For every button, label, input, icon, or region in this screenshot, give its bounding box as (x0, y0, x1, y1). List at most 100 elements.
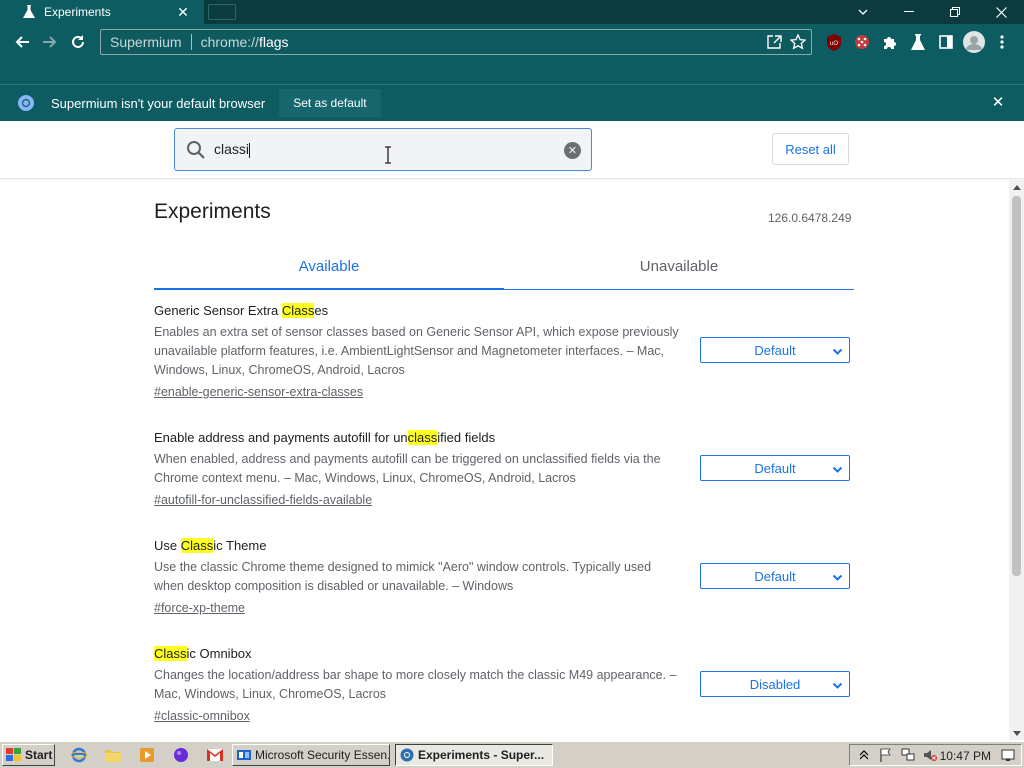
close-window-button[interactable] (978, 0, 1024, 24)
chromium-logo-icon (17, 94, 35, 112)
search-highlight: Class (180, 538, 214, 553)
page-scrollbar[interactable] (1009, 180, 1024, 740)
search-input-value: classi (214, 141, 250, 158)
scrollbar-thumb[interactable] (1012, 196, 1021, 576)
svg-text:uO: uO (830, 41, 838, 47)
search-highlight: class (407, 430, 438, 445)
flag-description: Changes the location/address bar shape t… (154, 668, 677, 701)
flag-state-value: Disabled (749, 676, 801, 692)
show-desktop-icon[interactable] (1001, 748, 1017, 764)
infobar-close-icon[interactable]: ✕ (990, 95, 1006, 111)
share-icon[interactable] (765, 33, 783, 51)
profile-avatar[interactable] (962, 30, 986, 54)
version-label: 126.0.6478.249 (768, 211, 852, 225)
volume-muted-icon[interactable] (922, 747, 938, 763)
side-panel-icon[interactable] (936, 32, 956, 52)
flag-state-value: Default (754, 568, 796, 584)
flag-entry: Enable address and payments autofill for… (154, 429, 854, 510)
dice-extension-icon[interactable] (852, 32, 872, 52)
text-caret (249, 142, 251, 158)
search-icon (186, 140, 206, 160)
new-tab-button[interactable] (208, 4, 236, 20)
flag-state-select[interactable]: Default (700, 337, 850, 363)
ibeam-cursor-icon (383, 146, 393, 164)
task-microsoft-security-essentials[interactable]: Microsoft Security Essen... (232, 744, 390, 766)
chevron-down-icon (832, 679, 843, 690)
chevron-down-icon (832, 463, 843, 474)
scroll-down-arrow-icon[interactable] (1009, 726, 1024, 740)
start-button[interactable]: Start (2, 744, 55, 766)
browser-toolbar: Supermium chrome://flags uO (0, 24, 1024, 84)
flag-entry: Use Classic Theme Use the classic Chrome… (154, 537, 854, 618)
set-as-default-button[interactable]: Set as default (279, 89, 381, 117)
taskbar-clock[interactable]: 10:47 PM (940, 749, 991, 763)
back-button[interactable] (8, 30, 36, 54)
menu-kebab-icon[interactable] (992, 32, 1012, 52)
search-field[interactable]: classi ✕ (174, 128, 592, 171)
address-bar[interactable]: Supermium chrome://flags (100, 29, 812, 55)
ublock-extension-icon[interactable]: uO (824, 32, 844, 52)
flag-description: Use the classic Chrome theme designed to… (154, 560, 652, 593)
flag-description: Enables an extra set of sensor classes b… (154, 325, 679, 377)
internet-explorer-icon[interactable] (70, 746, 88, 764)
system-tray: 10:47 PM (849, 744, 1022, 766)
omnibox-scheme: chrome:// (200, 34, 259, 50)
tab-close-icon[interactable]: ✕ (174, 4, 192, 21)
file-explorer-icon[interactable] (104, 746, 122, 764)
task-label: Experiments - Super... (418, 748, 545, 762)
bookmark-star-icon[interactable] (789, 33, 807, 51)
supermium-icon (400, 748, 414, 762)
purple-orb-app-icon[interactable] (172, 746, 190, 764)
omnibox-brand-label: Supermium (110, 34, 182, 50)
omnibox-separator (190, 34, 192, 50)
flag-name: Enable address and payments autofill for… (154, 430, 496, 445)
windows-logo-icon (6, 748, 22, 762)
network-icon[interactable] (900, 747, 916, 763)
tab-title: Experiments (44, 5, 111, 19)
flag-link[interactable]: #classic-omnibox (154, 707, 854, 726)
flag-name: Generic Sensor Extra Classes (154, 303, 329, 318)
flag-state-value: Default (754, 460, 796, 476)
scroll-up-arrow-icon[interactable] (1009, 180, 1024, 194)
chevron-down-icon (832, 571, 843, 582)
flag-link[interactable]: #enable-generic-sensor-extra-classes (154, 383, 854, 402)
search-highlight: Class (281, 303, 315, 318)
tab-available[interactable]: Available (154, 256, 504, 290)
search-highlight: Class (154, 646, 187, 661)
flag-description: When enabled, address and payments autof… (154, 452, 661, 485)
windows-taskbar: Start Microsoft Security Essen... Experi… (0, 741, 1024, 768)
flask-icon (20, 3, 38, 21)
tab-strip: Experiments ✕ (0, 0, 1024, 24)
restore-button[interactable] (932, 0, 978, 24)
task-label: Microsoft Security Essen... (255, 748, 390, 762)
tab-unavailable[interactable]: Unavailable (504, 256, 854, 290)
flag-link[interactable]: #autofill-for-unclassified-fields-availa… (154, 491, 854, 510)
flag-state-select[interactable]: Disabled (700, 671, 850, 697)
reload-button[interactable] (64, 30, 92, 54)
tab-experiments[interactable]: Experiments ✕ (0, 0, 204, 24)
flag-state-select[interactable]: Default (700, 563, 850, 589)
chevron-down-icon (832, 345, 843, 356)
media-player-icon[interactable] (138, 746, 156, 764)
flag-name: Classic Omnibox (154, 646, 252, 661)
tab-search-icon[interactable] (840, 0, 886, 24)
extensions-puzzle-icon[interactable] (880, 32, 900, 52)
flag-link[interactable]: #force-xp-theme (154, 599, 854, 618)
gmail-icon[interactable] (206, 746, 224, 764)
default-browser-infobar: Supermium isn't your default browser Set… (0, 84, 1024, 121)
search-input[interactable]: classi (214, 141, 544, 158)
tray-expand-icon[interactable] (856, 747, 872, 763)
flag-entry: Generic Sensor Extra Classes Enables an … (154, 302, 854, 402)
reset-all-button[interactable]: Reset all (772, 133, 849, 165)
infobar-message: Supermium isn't your default browser (51, 95, 266, 111)
flag-state-select[interactable]: Default (700, 455, 850, 481)
flags-tabs: Available Unavailable (154, 256, 854, 290)
clear-search-icon[interactable]: ✕ (564, 142, 581, 159)
action-center-flag-icon[interactable] (878, 747, 894, 763)
flask-labs-icon[interactable] (908, 32, 928, 52)
task-experiments-supermium[interactable]: Experiments - Super... (395, 744, 553, 766)
omnibox-path: flags (258, 34, 289, 50)
flag-state-value: Default (754, 342, 796, 358)
minimize-button[interactable] (886, 0, 932, 24)
forward-button[interactable] (36, 30, 64, 54)
